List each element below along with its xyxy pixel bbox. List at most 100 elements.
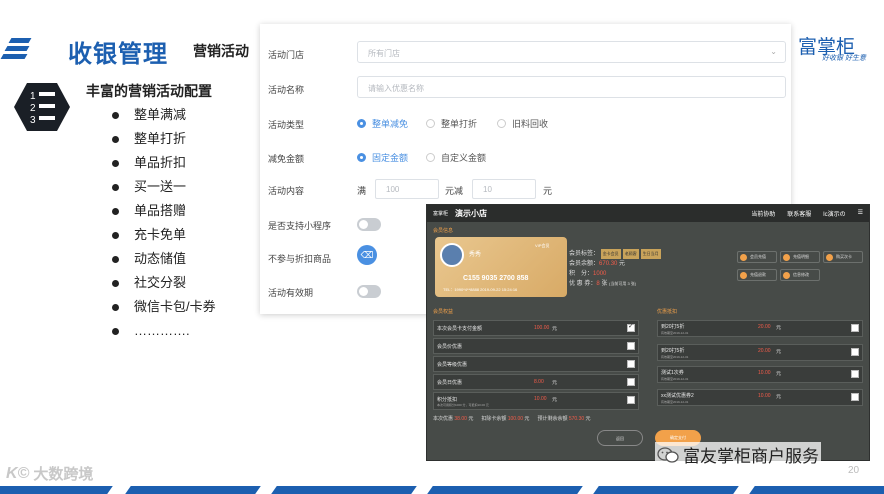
store-label: 活动门店 xyxy=(268,50,305,60)
pos-screen: 富掌柜 演示小店 当前协助 联系客服 lc演示の ☰ 会员信息 秀秀 VIP会员… xyxy=(426,204,870,461)
svg-text:3: 3 xyxy=(30,115,36,126)
checkbox[interactable] xyxy=(851,370,859,378)
member-card-number: C155 9035 2700 858 xyxy=(463,275,529,282)
nav-assist[interactable]: 当前协助 xyxy=(751,209,775,218)
miniprogram-label: 是否支持小程序 xyxy=(268,221,332,231)
list-item: 单品折扣 xyxy=(112,154,216,178)
type-radio-3[interactable]: 旧料回收 xyxy=(497,117,548,130)
coupon-row[interactable]: 到20打5折 有效期至2019-12-31 20.00 元 xyxy=(657,320,863,337)
checkbox[interactable] xyxy=(627,378,635,386)
page-number: 20 xyxy=(848,465,860,476)
buy-card-button[interactable]: 购买次卡 xyxy=(823,251,863,263)
footer-stripe xyxy=(0,486,884,494)
type-radio-2[interactable]: 整单打折 xyxy=(426,117,477,130)
svg-text:2: 2 xyxy=(30,103,36,114)
member-card-sub: TEL：1990*4**8888 2019-09-22 15:24:16 xyxy=(443,287,518,292)
trash-icon[interactable]: ⌫ xyxy=(357,245,377,265)
amount-radio-custom[interactable]: 自定义金额 xyxy=(426,151,486,164)
type-radio-1[interactable]: 整单减免 xyxy=(357,117,408,130)
name-placeholder: 请输入优惠名称 xyxy=(368,84,424,93)
pos-nav: 当前协助 联系客服 lc演示の ☰ xyxy=(751,209,863,218)
pos-logo: 富掌柜 xyxy=(433,211,449,217)
checkbox[interactable] xyxy=(627,322,635,332)
watermark-text: 富友掌柜商户服务 xyxy=(683,447,819,466)
discount-section-title: 会员权益 xyxy=(433,309,454,315)
features-title: 丰富的营销活动配置 xyxy=(86,83,212,99)
list-item: 动态储值 xyxy=(112,250,216,274)
chevron-down-icon: ⌄ xyxy=(770,47,777,56)
coupon-row[interactable]: xx测试优惠券2 有效期至2019-12-31 10.00 元 xyxy=(657,389,863,406)
discount-row[interactable]: 本次会员卡支付金额 100.00 元 xyxy=(433,320,639,336)
period-toggle[interactable] xyxy=(357,285,381,298)
pos-topbar: 富掌柜 演示小店 当前协助 联系客服 lc演示の ☰ xyxy=(427,205,869,222)
content-reduce-text: 元减 xyxy=(445,186,464,196)
discount-row[interactable]: 会员等级优惠 xyxy=(433,356,639,372)
slide: 收银管理 营销活动 1 2 3 丰富的营销活动配置 整单满减 整单打折 单品折扣… xyxy=(0,0,884,494)
edit-info-button[interactable]: 信息修改 xyxy=(780,269,820,281)
checkbox[interactable] xyxy=(627,396,635,404)
list-item: 社交分裂 xyxy=(112,274,216,298)
list-item: 买一送一 xyxy=(112,178,216,202)
checkbox[interactable] xyxy=(851,348,859,356)
wechat-icon xyxy=(657,446,679,463)
member-level: VIP会员 xyxy=(535,243,550,248)
member-card: 秀秀 VIP会员 C155 9035 2700 858 TEL：1990*4**… xyxy=(435,237,567,297)
full-amount-input[interactable]: 100 xyxy=(375,179,439,199)
payment-summary: 本次优惠 38.00 元 扣除卡余额 100.00 元 预计剩余余额 570.3… xyxy=(433,416,591,422)
checkbox[interactable] xyxy=(851,393,859,401)
brand-tagline: 好收银 好生意 xyxy=(822,55,866,62)
checkbox[interactable] xyxy=(851,324,859,332)
store-placeholder: 所有门店 xyxy=(368,49,400,58)
type-label: 活动类型 xyxy=(268,120,305,130)
store-select[interactable]: 所有门店 ⌄ xyxy=(357,41,786,63)
coupon-row[interactable]: 到20打5折 有效期至2019-12-31 20.00 元 xyxy=(657,344,863,361)
discount-row[interactable]: 会员价优惠 xyxy=(433,338,639,354)
list-item: 整单满减 xyxy=(112,106,216,130)
recharge-button[interactable]: 会员充值 xyxy=(737,251,777,263)
footer-logo-mark: K© xyxy=(6,464,30,482)
nav-user[interactable]: lc演示の xyxy=(823,209,845,218)
list-item: 微信卡包/卡券 xyxy=(112,298,216,322)
menu-icon[interactable]: ☰ xyxy=(858,209,863,218)
avatar xyxy=(440,243,464,267)
footer-logo: K© 大数跨境 xyxy=(6,463,93,484)
list-item: 整单打折 xyxy=(112,130,216,154)
name-label: 活动名称 xyxy=(268,85,305,95)
coupon-row[interactable]: 测试1次券 有效期至2019-12-31 10.00 元 xyxy=(657,366,863,383)
coupon-section-title: 优惠抵扣 xyxy=(657,309,678,315)
recharge-detail-button[interactable]: 充值明细 xyxy=(780,251,820,263)
discount-row[interactable]: 会员日优惠 8.00 元 xyxy=(433,374,639,390)
features-list: 整单满减 整单打折 单品折扣 买一送一 单品搭赠 充卡免单 动态储值 社交分裂 … xyxy=(112,106,216,346)
exclude-label: 不参与折扣商品 xyxy=(268,254,332,264)
reduce-amount-input[interactable]: 10 xyxy=(472,179,536,199)
back-button[interactable]: 返回 xyxy=(597,430,643,446)
member-section-title: 会员信息 xyxy=(433,228,454,234)
list-item: …………. xyxy=(112,322,216,346)
period-label: 活动有效期 xyxy=(268,288,314,298)
content-full-text: 满 xyxy=(357,186,367,196)
refund-button[interactable]: 充值退款 xyxy=(737,269,777,281)
content-unit-text: 元 xyxy=(543,186,553,196)
pos-store-name: 演示小店 xyxy=(455,209,487,218)
checkbox[interactable] xyxy=(627,342,635,350)
page-subtitle: 营销活动 xyxy=(193,43,249,59)
brand-stripes-icon xyxy=(0,36,32,60)
amount-radio-fixed[interactable]: 固定金额 xyxy=(357,151,408,164)
footer-text: 大数跨境 xyxy=(33,466,94,483)
member-name: 秀秀 xyxy=(469,252,482,258)
svg-text:1: 1 xyxy=(30,91,36,102)
nav-service[interactable]: 联系客服 xyxy=(787,209,811,218)
miniprogram-toggle[interactable] xyxy=(357,218,381,231)
checkbox[interactable] xyxy=(627,360,635,368)
amount-label: 减免金额 xyxy=(268,154,305,164)
discount-row[interactable]: 积分抵扣 本次可用积分1000 分，可抵扣10.00 元 10.00 元 xyxy=(433,392,639,410)
name-input[interactable]: 请输入优惠名称 xyxy=(357,76,786,98)
numbered-list-icon: 1 2 3 xyxy=(14,83,70,131)
page-title: 收银管理 xyxy=(68,41,168,68)
member-actions: 会员充值 充值明细 购买次卡 充值退款 信息修改 xyxy=(737,251,863,281)
list-item: 单品搭赠 xyxy=(112,202,216,226)
member-info: 会员标签： 金卡会员 老顾客 生日当月 会员余额：670.30 元 积 分：1000… xyxy=(569,249,661,287)
content-label: 活动内容 xyxy=(268,186,305,196)
wechat-watermark: 富友掌柜商户服务 xyxy=(655,442,821,467)
list-item: 充卡免单 xyxy=(112,226,216,250)
